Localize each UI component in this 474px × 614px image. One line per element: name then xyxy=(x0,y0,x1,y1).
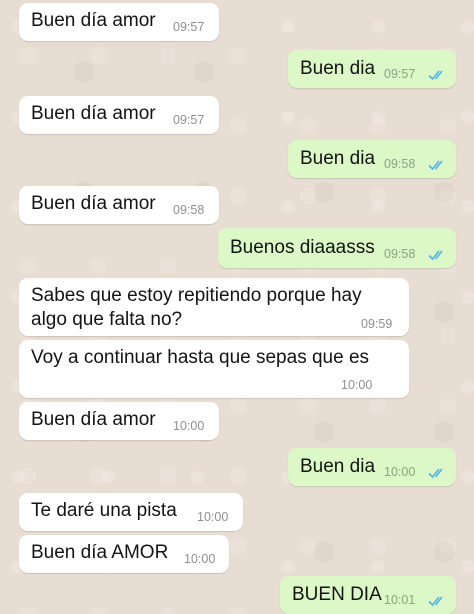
message-text: Buenos diaaasss xyxy=(230,237,375,258)
message-bubble-outgoing[interactable]: Buen dia 09:58 xyxy=(288,140,456,178)
message-text: BUEN DIA xyxy=(292,584,382,605)
message-text: Buen día amor xyxy=(31,193,156,214)
message-bubble-incoming[interactable]: Buen día AMOR 10:00 xyxy=(19,535,229,573)
message-text: Buen día amor xyxy=(31,409,156,430)
message-bubble-incoming[interactable]: Buen día amor 10:00 xyxy=(19,402,219,440)
message-time: 09:57 xyxy=(384,67,416,81)
message-time: 09:59 xyxy=(361,317,393,331)
read-ticks-icon xyxy=(428,249,448,261)
message-bubble-incoming[interactable]: Buen día amor 09:57 xyxy=(19,3,219,41)
read-ticks-icon xyxy=(428,467,448,479)
message-time: 10:00 xyxy=(341,378,373,392)
read-ticks-icon xyxy=(428,595,448,607)
read-ticks-icon xyxy=(428,159,448,171)
message-bubble-outgoing[interactable]: Buen dia 09:57 xyxy=(288,50,456,88)
message-bubble-incoming[interactable]: Buen día amor 09:58 xyxy=(19,186,219,224)
message-time: 10:01 xyxy=(384,593,416,607)
message-time: 10:00 xyxy=(173,419,205,433)
message-text: Buen día amor xyxy=(31,10,156,31)
message-bubble-incoming[interactable]: Sabes que estoy repitiendo porque hay al… xyxy=(19,278,409,336)
chat-background: Buen día amor 09:57 Buen dia 09:57 Buen … xyxy=(0,0,474,614)
message-text-line1: Sabes que estoy repitiendo porque hay xyxy=(31,285,362,306)
message-text: Buen dia xyxy=(300,58,376,79)
message-bubble-outgoing[interactable]: BUEN DIA 10:01 xyxy=(280,576,456,614)
message-time: 09:58 xyxy=(173,203,205,217)
message-text: Buen día AMOR xyxy=(31,542,169,563)
message-bubble-incoming[interactable]: Te daré una pista 10:00 xyxy=(19,493,243,531)
message-text: Te daré una pista xyxy=(31,500,177,521)
message-bubble-outgoing[interactable]: Buen dia 10:00 xyxy=(288,448,456,486)
message-time: 09:57 xyxy=(173,113,205,127)
read-ticks-icon xyxy=(428,69,448,81)
message-bubble-outgoing[interactable]: Buenos diaaasss 09:58 xyxy=(218,228,456,268)
message-time: 10:00 xyxy=(184,552,216,566)
message-time: 09:58 xyxy=(384,247,416,261)
message-time: 09:58 xyxy=(384,157,416,171)
message-time: 10:00 xyxy=(384,465,416,479)
message-time: 09:57 xyxy=(173,20,205,34)
message-bubble-incoming[interactable]: Buen día amor 09:57 xyxy=(19,96,219,134)
message-text: Buen dia xyxy=(300,456,376,477)
message-time: 10:00 xyxy=(197,510,229,524)
message-text: Buen dia xyxy=(300,148,376,169)
message-text: Voy a continuar hasta que sepas que es xyxy=(31,347,370,368)
message-text-line2: algo que falta no? xyxy=(31,309,183,330)
message-bubble-incoming[interactable]: Voy a continuar hasta que sepas que es 1… xyxy=(19,340,409,398)
message-text: Buen día amor xyxy=(31,103,156,124)
